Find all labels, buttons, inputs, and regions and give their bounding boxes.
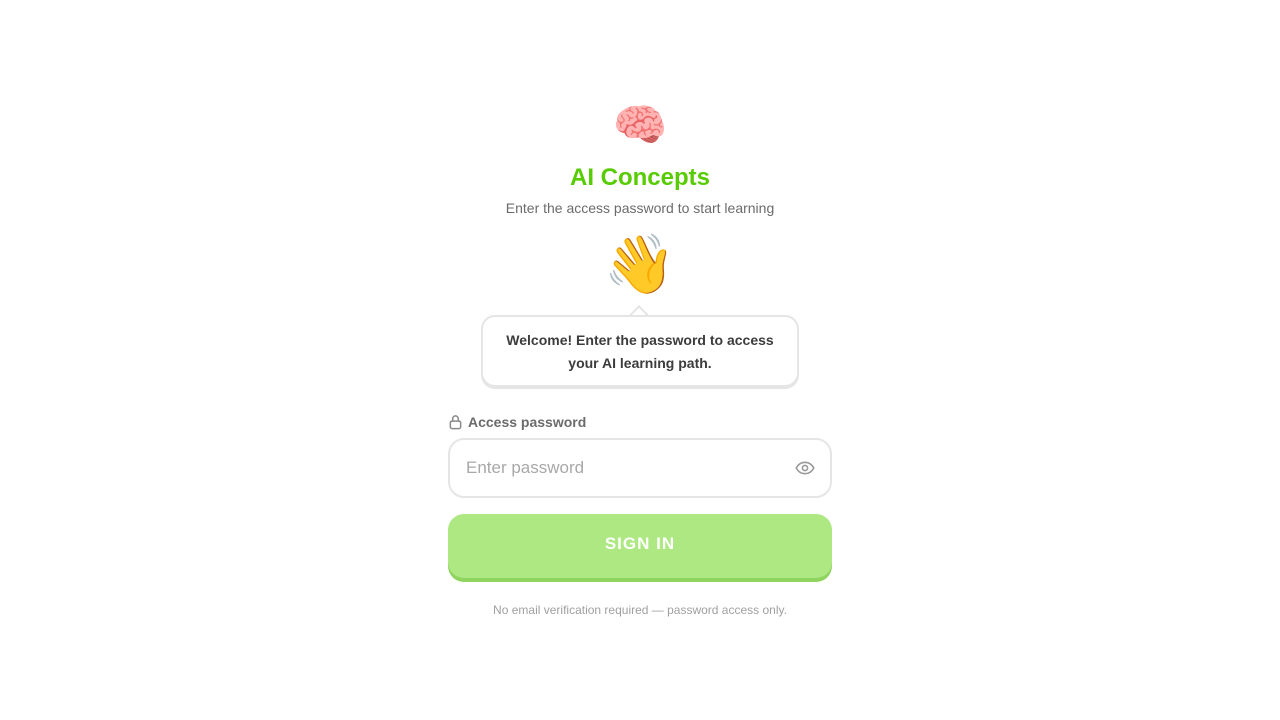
waving-hand-icon: 👋 (603, 232, 677, 297)
access-footnote: No email verification required — passwor… (493, 603, 787, 617)
app-title: AI Concepts (569, 164, 710, 191)
password-input[interactable] (466, 440, 776, 496)
lock-icon (449, 415, 462, 430)
welcome-message: Welcome! Enter the password to access yo… (506, 332, 774, 371)
eye-icon (795, 461, 815, 475)
login-card: 🧠 AI Concepts Enter the access password … (448, 0, 832, 720)
show-password-toggle[interactable] (794, 457, 816, 479)
password-label-text: Access password (468, 414, 587, 430)
welcome-speech-bubble: Welcome! Enter the password to access yo… (481, 315, 799, 387)
password-label: Access password (448, 412, 586, 432)
app-subtitle: Enter the access password to start learn… (505, 200, 775, 216)
brain-logo-icon: 🧠 (612, 101, 668, 150)
password-field (448, 438, 832, 498)
sign-in-button[interactable]: SIGN IN (448, 514, 832, 578)
login-page: 🧠 AI Concepts Enter the access password … (0, 0, 1280, 720)
